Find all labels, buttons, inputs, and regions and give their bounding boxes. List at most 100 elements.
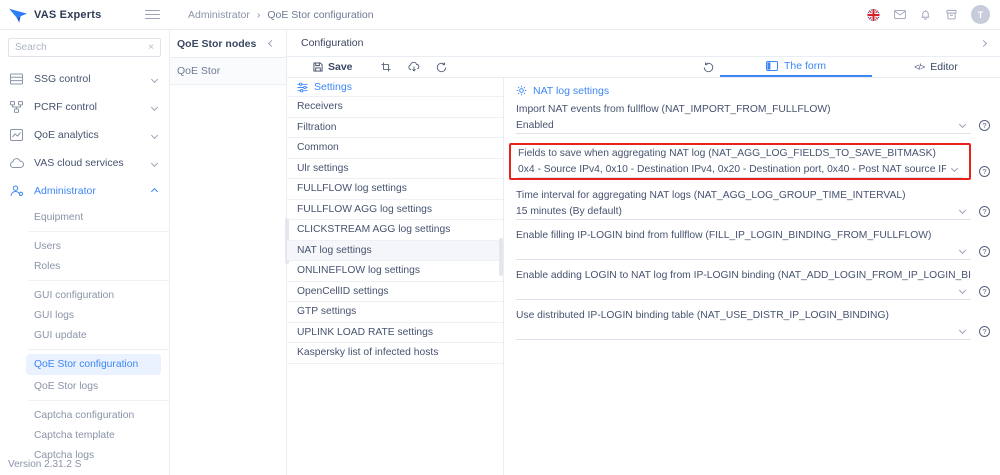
save-floppy-icon [313,62,323,72]
settings-nav-item-common[interactable]: Common [287,138,503,159]
refresh-icon[interactable] [696,57,720,77]
settings-nav-item-onlineflow-log[interactable]: ONLINEFLOW log settings [287,261,503,282]
sidebar-search[interactable]: × [8,38,161,57]
crop-icon[interactable] [375,62,397,72]
chevron-down-icon [151,103,158,110]
administrator-submenu: Equipment Users Roles GUI configuration … [0,205,169,465]
divider [28,280,169,281]
language-flag-icon[interactable] [867,8,880,21]
sidebar-subitem-qoe-stor-logs[interactable]: QoE Stor logs [0,376,169,396]
sidebar-subitem-qoe-stor-configuration[interactable]: QoE Stor configuration [26,354,161,375]
hamburger-menu-icon[interactable] [145,7,160,22]
sidebar-item-ssg-control[interactable]: SSG control [0,65,169,93]
field-label: Import NAT events from fullflow (NAT_IMP… [516,103,971,117]
sidebar-subitem-equipment[interactable]: Equipment [0,207,169,227]
sidebar-item-label: QoE analytics [34,129,152,141]
chevron-down-icon [951,164,958,171]
qoe-stor-nodes-panel: QoE Stor nodes QoE Stor [170,30,287,475]
chevron-down-icon [151,75,158,82]
app-window: VAS Experts Administrator › QoE Stor con… [0,0,1000,475]
settings-nav-item-gtp[interactable]: GTP settings [287,302,503,323]
help-icon[interactable]: ? [979,246,990,257]
field-label: Enable filling IP-LOGIN bind from fullfl… [516,229,971,243]
field-value: Enabled [516,120,954,131]
breadcrumb: Administrator › QoE Stor configuration [170,9,374,21]
settings-nav-item-receivers[interactable]: Receivers [287,97,503,118]
cloud-download-icon[interactable] [403,62,425,72]
settings-nav-item-uplink-load-rate[interactable]: UPLINK LOAD RATE settings [287,323,503,344]
history-icon[interactable] [431,62,453,73]
sidebar-item-pcrf-control[interactable]: PCRF control [0,93,169,121]
notifications-bell-icon[interactable] [919,8,932,21]
sidebar-subitem-roles[interactable]: Roles [0,256,169,276]
archive-box-icon[interactable] [945,8,958,21]
settings-nav-item-filtration[interactable]: Filtration [287,118,503,139]
nodes-panel-title: QoE Stor nodes [177,38,256,50]
breadcrumb-section[interactable]: Administrator [188,9,250,21]
chevron-down-icon [959,286,966,293]
tab-label: The form [784,60,826,72]
select-fields-to-save[interactable]: 0x4 - Source IPv4, 0x10 - Destination IP… [518,161,963,178]
form-field-fields-to-save-highlighted: Fields to save when aggregating NAT log … [516,143,992,180]
help-icon[interactable]: ? [979,206,990,217]
settings-nav-item-fullflow-agg-log[interactable]: FULLFLOW AGG log settings [287,200,503,221]
help-icon[interactable]: ? [979,120,990,131]
save-button-label: Save [328,61,353,73]
select-add-login-from-binding[interactable] [516,283,971,300]
tab-label: Editor [930,61,957,73]
settings-nav-item-nat-log[interactable]: NAT log settings [287,241,503,262]
help-icon[interactable]: ? [979,286,990,297]
sidebar-subitem-gui-configuration[interactable]: GUI configuration [0,285,169,305]
expand-panel-icon[interactable] [980,39,987,46]
settings-nav-item-clickstream-agg-log[interactable]: CLICKSTREAM AGG log settings [287,220,503,241]
logo-area: VAS Experts [0,6,170,24]
sidebar-item-administrator[interactable]: Administrator [0,177,169,205]
sidebar-item-qoe-analytics[interactable]: QoE analytics [0,121,169,149]
sidebar-subitem-users[interactable]: Users [0,236,169,256]
divider [28,349,169,350]
select-fill-ip-login-binding[interactable] [516,243,971,260]
sliders-icon [297,82,308,93]
scrollbar-thumb[interactable] [499,238,503,276]
settings-nav-item-kaspersky[interactable]: Kaspersky list of infected hosts [287,343,503,364]
sidebar-item-label: PCRF control [34,101,152,113]
configuration-title: Configuration [301,37,363,49]
cloud-icon [10,157,24,169]
field-label: Use distributed IP-LOGIN binding table (… [516,309,971,323]
select-import-nat-events[interactable]: Enabled [516,117,971,134]
chevron-down-icon [959,326,966,333]
help-icon[interactable]: ? [979,166,990,177]
toolbar-icon-group [375,57,453,77]
mail-icon[interactable] [893,8,906,21]
node-item-qoe-stor[interactable]: QoE Stor [170,58,286,85]
select-time-interval[interactable]: 15 minutes (By default) [516,203,971,220]
sidebar-item-label: Administrator [34,185,152,197]
settings-nav-item-fullflow-log[interactable]: FULLFLOW log settings [287,179,503,200]
field-label: Fields to save when aggregating NAT log … [518,147,963,161]
tab-the-form[interactable]: The form [720,57,872,77]
search-input[interactable] [15,42,148,53]
search-clear-icon[interactable]: × [148,43,154,53]
sidebar-subitem-gui-update[interactable]: GUI update [0,325,169,345]
tab-editor[interactable]: </> Editor [872,57,1000,77]
admin-user-gear-icon [10,185,24,197]
sidebar-item-vas-cloud-services[interactable]: VAS cloud services [0,149,169,177]
sidebar-item-label: VAS cloud services [34,157,152,169]
config-toolbar: Save [287,57,1000,78]
form-layout-icon [766,61,778,71]
user-avatar[interactable]: T [971,5,990,24]
sidebar-subitem-gui-logs[interactable]: GUI logs [0,305,169,325]
breadcrumb-page: QoE Stor configuration [267,9,373,21]
settings-nav-item-ulr-settings[interactable]: Ulr settings [287,159,503,180]
settings-nav-item-opencellid[interactable]: OpenCellID settings [287,282,503,303]
main-area: × SSG control PCRF control [0,30,1000,475]
sidebar-subitem-captcha-configuration[interactable]: Captcha configuration [0,405,169,425]
form-field-import-nat-events: Import NAT events from fullflow (NAT_IMP… [516,103,992,134]
settings-nav: Settings Receivers Filtration Common Ulr… [287,78,504,475]
form-section-title: NAT log settings [533,85,609,97]
help-icon[interactable]: ? [979,326,990,337]
save-button[interactable]: Save [309,57,357,77]
collapse-panel-icon[interactable] [268,40,275,47]
sidebar-subitem-captcha-template[interactable]: Captcha template [0,425,169,445]
select-use-distr-binding-table[interactable] [516,323,971,340]
